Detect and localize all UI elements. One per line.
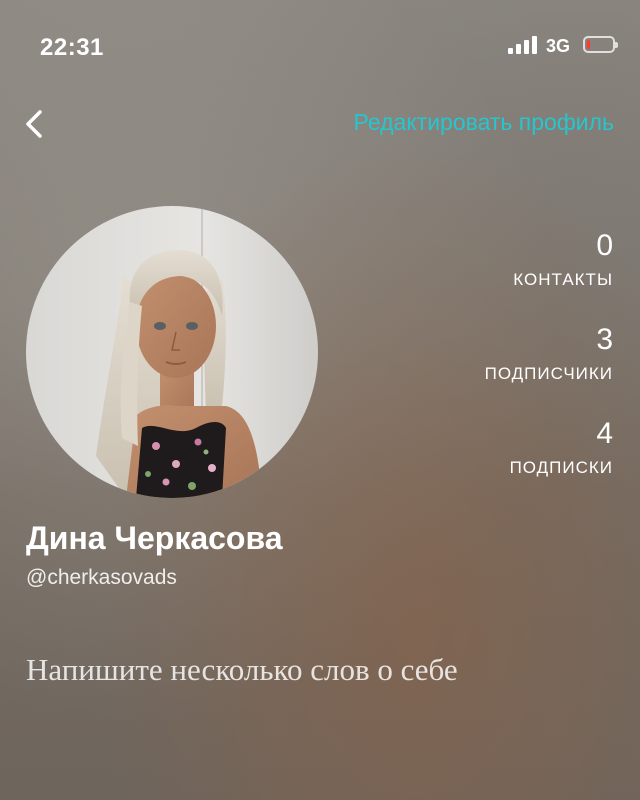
stat-label: ПОДПИСКИ — [509, 458, 613, 477]
battery-level — [587, 40, 590, 49]
stat-following[interactable]: 4 ПОДПИСКИ — [353, 416, 613, 510]
profile-handle: @cherkasovads — [26, 566, 177, 589]
stat-value: 3 — [596, 323, 613, 356]
stat-label: ПОДПИСЧИКИ — [484, 364, 613, 383]
status-bar: 22:31 3G — [0, 0, 640, 90]
stat-label: КОНТАКТЫ — [513, 270, 613, 289]
chevron-left-icon — [26, 110, 42, 138]
bio-placeholder[interactable]: Напишите несколько слов о себе — [26, 644, 506, 696]
edit-profile-link[interactable]: Редактировать профиль — [354, 109, 614, 136]
avatar[interactable] — [26, 206, 318, 498]
status-time: 22:31 — [40, 34, 104, 61]
stat-followers[interactable]: 3 ПОДПИСЧИКИ — [353, 322, 613, 416]
stat-value: 4 — [596, 417, 613, 450]
battery-low-icon — [583, 36, 618, 53]
back-button[interactable] — [18, 104, 58, 144]
network-type: 3G — [546, 36, 571, 56]
profile-stats: 0 КОНТАКТЫ 3 ПОДПИСЧИКИ 4 ПОДПИСКИ — [353, 228, 613, 510]
stat-contacts[interactable]: 0 КОНТАКТЫ — [353, 228, 613, 322]
profile-name: Дина Черкасова — [26, 520, 283, 556]
profile-photo — [26, 206, 318, 498]
cellular-signal-icon — [508, 36, 540, 54]
stat-value: 0 — [596, 229, 613, 262]
